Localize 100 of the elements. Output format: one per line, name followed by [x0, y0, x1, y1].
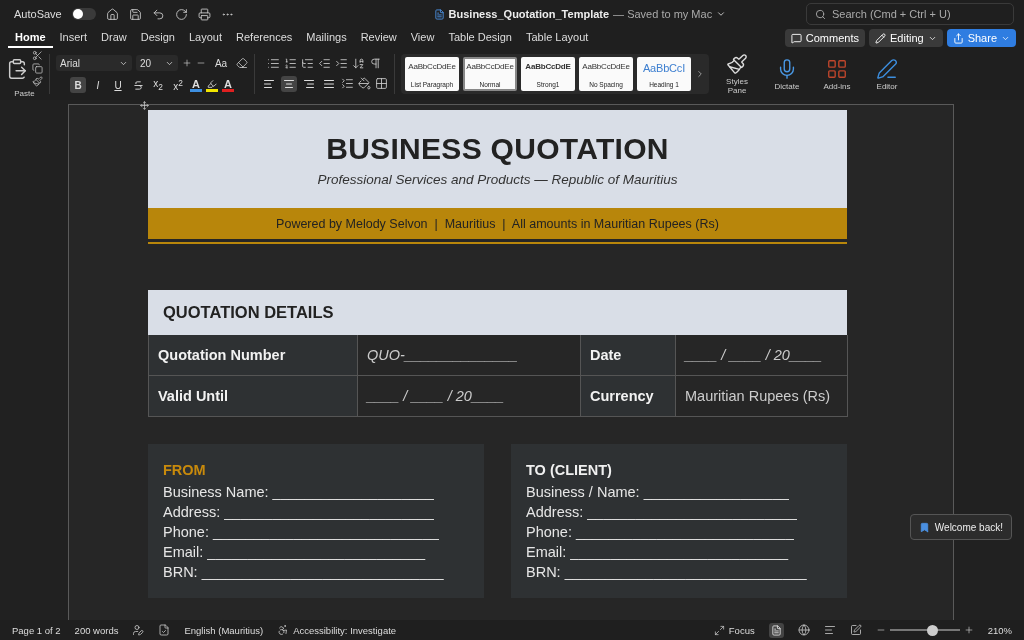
align-button[interactable] — [281, 75, 297, 92]
paste-label[interactable]: Paste — [14, 89, 35, 98]
home-icon[interactable] — [105, 7, 119, 21]
styles-pane-button[interactable]: Styles Pane — [715, 53, 759, 95]
cut-icon[interactable] — [32, 50, 43, 61]
color-button[interactable]: A — [190, 78, 202, 92]
undo-icon[interactable] — [151, 7, 165, 21]
add-ins-button[interactable]: Add-ins — [815, 57, 859, 91]
word-count[interactable]: 200 words — [74, 624, 119, 636]
table-cell: QUO-______________ — [358, 335, 581, 376]
save-icon[interactable] — [128, 7, 142, 21]
align-icon — [283, 77, 295, 90]
print-icon[interactable] — [197, 7, 211, 21]
card-title: FROM — [163, 462, 207, 478]
multilevel-list-icon[interactable] — [301, 56, 314, 70]
focus-label[interactable]: Focus — [728, 624, 755, 636]
ribbon-tab[interactable]: Design — [133, 28, 182, 48]
ribbon-tab[interactable]: References — [229, 28, 300, 48]
line-spacing-icon[interactable] — [341, 77, 354, 90]
fill-in-line: Address: __________________________ — [163, 503, 435, 522]
format-button[interactable]: U — [110, 77, 126, 93]
dictate-button[interactable]: Dictate — [765, 57, 809, 91]
table-cell: Currency — [581, 376, 676, 417]
change-case-button[interactable]: Aa — [210, 55, 232, 71]
share-button[interactable]: Share — [946, 29, 1016, 47]
strikethrough-icon — [132, 79, 144, 91]
font-name-field[interactable]: Arial — [56, 55, 132, 71]
print-layout-button[interactable] — [768, 622, 784, 638]
more-styles-icon[interactable] — [695, 69, 705, 79]
ribbon-tab[interactable]: Table Design — [441, 28, 519, 48]
page-icon — [770, 624, 782, 636]
align-icon — [263, 77, 275, 90]
format-button[interactable]: I — [90, 77, 106, 93]
shading-icon[interactable] — [358, 77, 371, 90]
fill-in-line: BRN: ______________________________ — [526, 563, 808, 582]
proofing-icon[interactable] — [158, 624, 171, 636]
clear-format-icon[interactable] — [236, 57, 248, 69]
editor-button[interactable]: Editor — [865, 57, 909, 91]
styles-pane-icon — [726, 53, 748, 75]
language-label[interactable]: English (Mauritius) — [184, 624, 264, 636]
share-icon — [952, 32, 964, 44]
decrease-indent-icon[interactable] — [318, 56, 331, 70]
zoom-thumb[interactable] — [926, 624, 938, 636]
bullets-icon[interactable] — [267, 56, 280, 70]
color-button[interactable]: A — [222, 78, 234, 92]
copy-icon[interactable] — [32, 63, 43, 74]
people-edit-icon[interactable] — [132, 624, 145, 636]
fill-in-line: Business Name: ____________________ — [163, 483, 435, 502]
ribbon-tab[interactable]: View — [403, 28, 442, 48]
ribbon-tab[interactable]: Review — [353, 28, 404, 48]
redo-icon[interactable] — [174, 7, 188, 21]
grow-font-icon[interactable] — [182, 58, 192, 68]
table-cell: ____ / ____ / 20____ — [676, 335, 848, 376]
ribbon-tab[interactable]: Draw — [94, 28, 134, 48]
increase-indent-icon[interactable] — [335, 56, 348, 70]
format-button[interactable]: x$_{2}$ — [150, 77, 166, 93]
page-count[interactable]: Page 1 of 2 — [12, 624, 61, 636]
search-field[interactable]: Search (Cmd + Ctrl + U) — [806, 3, 1014, 25]
zoom-in-icon[interactable] — [963, 625, 974, 635]
numbering-icon[interactable] — [284, 56, 297, 70]
format-painter-icon[interactable] — [32, 76, 43, 87]
autosave-label: AutoSave — [14, 8, 62, 20]
speech-bubble-icon — [790, 32, 802, 44]
ribbon-tab[interactable]: Insert — [52, 28, 95, 48]
color-button[interactable] — [206, 78, 218, 92]
web-layout-icon[interactable] — [797, 624, 810, 636]
align-icon — [323, 77, 335, 90]
caret-icon[interactable] — [716, 9, 727, 19]
font-size-field[interactable]: 20 — [136, 55, 178, 71]
format-button[interactable]: x$^{2}$ — [170, 77, 186, 93]
banner-text: Powered by Melody Selvon | Mauritius | All amounts in Mauritian Rupees (Rs) — [148, 208, 847, 242]
pencil-icon — [875, 32, 886, 44]
pilcrow-icon[interactable] — [369, 56, 382, 70]
focus-icon[interactable] — [713, 624, 725, 636]
save-status[interactable]: — Saved to my Mac — [613, 8, 713, 20]
editing-button[interactable]: Editing — [869, 29, 943, 47]
comments-button[interactable]: Comments — [784, 29, 865, 47]
paste-icon[interactable] — [6, 57, 28, 80]
zoom-percent[interactable]: 210% — [987, 624, 1012, 636]
accessibility-status[interactable]: Accessibility: Investigate — [293, 624, 397, 636]
fill-in-line: Phone: ____________________________ — [163, 523, 440, 542]
draft-icon[interactable] — [849, 624, 862, 636]
fill-in-line: Phone: ___________________________ — [526, 523, 795, 542]
sort-icon[interactable] — [352, 56, 365, 70]
table-cell: ____ / ____ / 20____ — [358, 376, 581, 417]
ribbon-tab[interactable]: Mailings — [299, 28, 354, 48]
document-icon — [433, 8, 445, 20]
accessibility-icon[interactable] — [277, 624, 290, 636]
format-button[interactable]: B — [70, 77, 86, 93]
autosave-toggle[interactable] — [71, 8, 96, 20]
welcome-toast[interactable]: Welcome back! — [909, 514, 1012, 540]
document-heading: BUSINESS QUOTATION — [326, 131, 669, 166]
borders-icon[interactable] — [375, 77, 388, 90]
ribbon-tab[interactable]: Layout — [182, 28, 230, 48]
document-title: Business_Quotation_Template — [448, 8, 610, 20]
ribbon-tab[interactable]: Table Layout — [519, 28, 596, 48]
ribbon-tab[interactable]: Home — [8, 28, 53, 48]
search-icon — [815, 8, 826, 20]
table-move-handle[interactable] — [140, 101, 149, 110]
outline-icon[interactable] — [823, 624, 836, 636]
